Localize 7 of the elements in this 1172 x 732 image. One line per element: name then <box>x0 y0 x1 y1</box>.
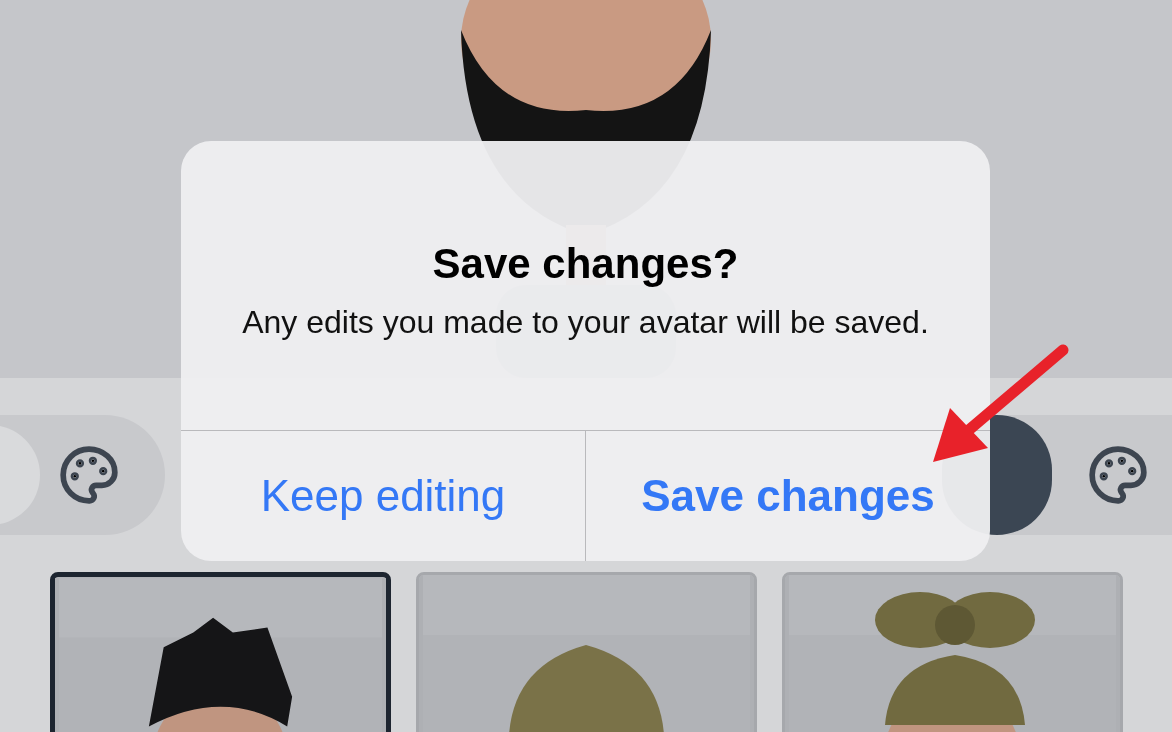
palette-icon <box>58 444 120 506</box>
palette-icon <box>1087 444 1149 506</box>
arrow-icon <box>933 344 1069 462</box>
dialog-title: Save changes? <box>432 239 739 288</box>
dialog-message: Any edits you made to your avatar will be saved. <box>242 302 929 342</box>
dialog-button[interactable]: Keep editing <box>181 431 585 561</box>
category-pill[interactable] <box>0 415 165 535</box>
